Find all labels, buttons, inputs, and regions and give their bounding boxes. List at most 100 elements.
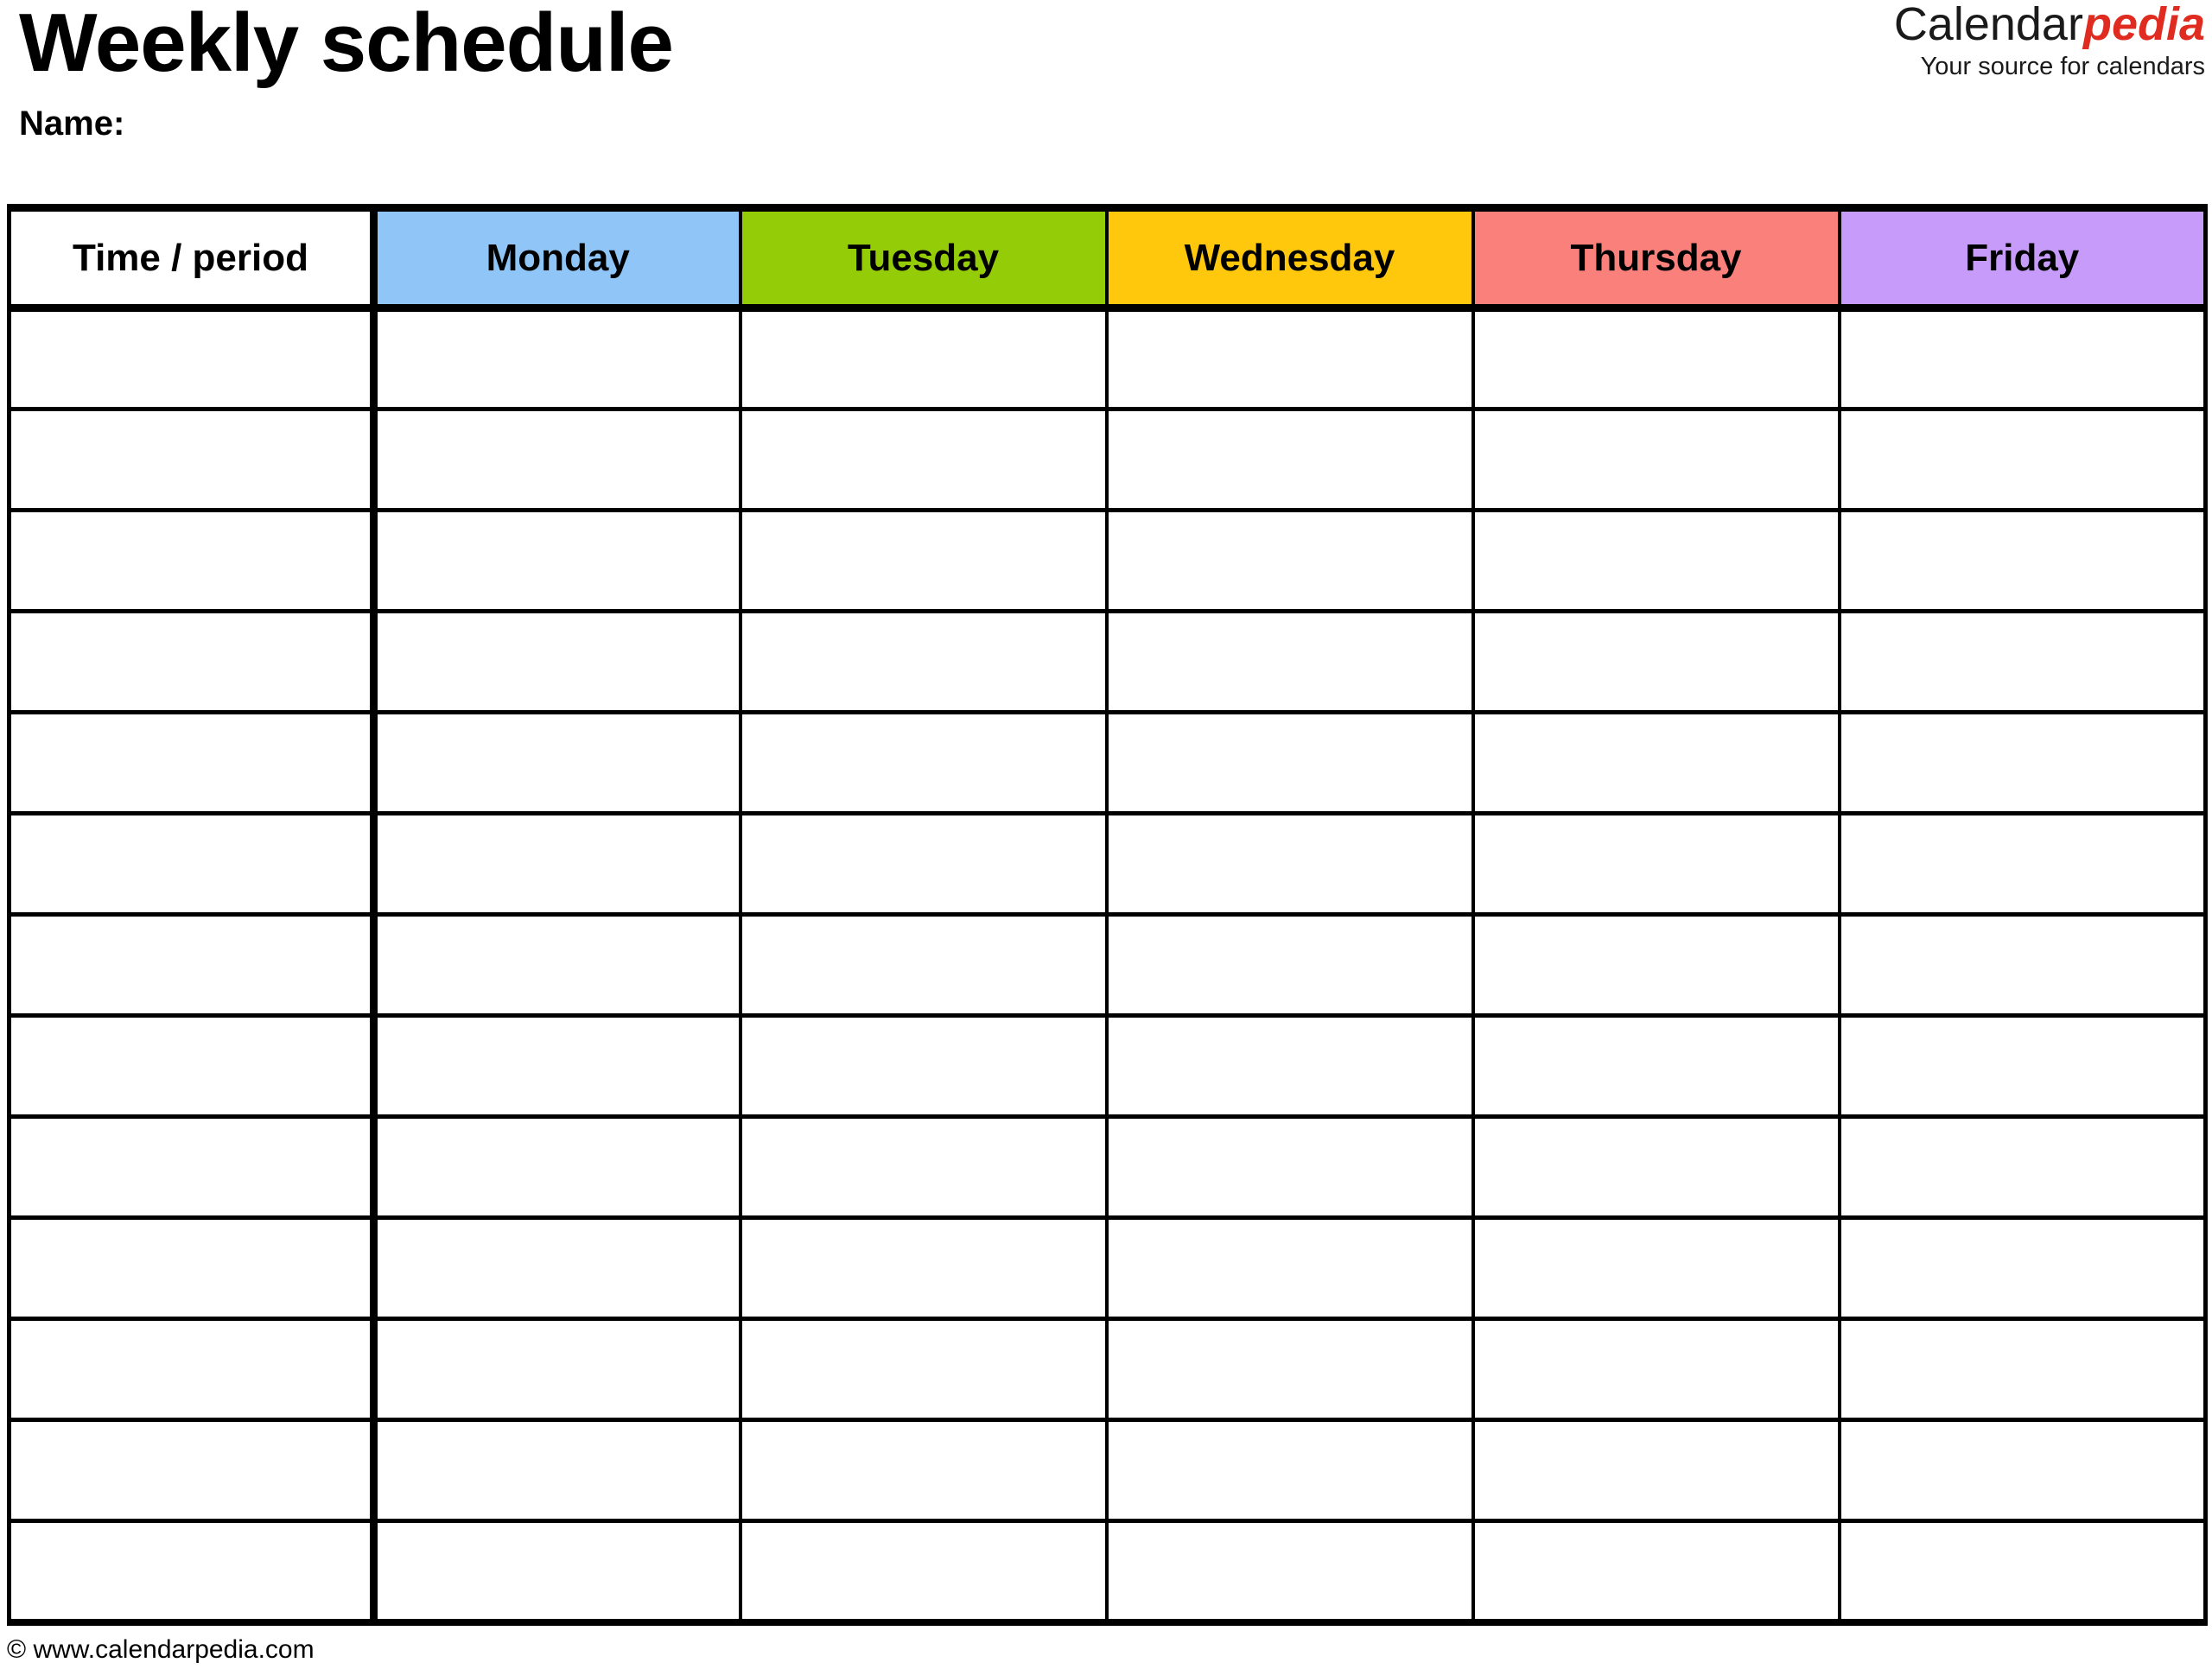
schedule-cell-wednesday[interactable] [1104, 1015, 1475, 1119]
schedule-cell-monday[interactable] [372, 308, 742, 411]
schedule-cell-wednesday[interactable] [1104, 1217, 1475, 1321]
schedule-row [7, 813, 2208, 917]
column-header-wednesday: Wednesday [1104, 204, 1475, 312]
schedule-cell-friday[interactable] [1837, 1116, 2208, 1220]
schedule-cell-tuesday[interactable] [738, 1116, 1109, 1220]
schedule-cell-friday[interactable] [1837, 510, 2208, 613]
weekly-schedule-page: Weekly schedule Name: Calendarpedia Your… [0, 0, 2212, 1669]
schedule-cell-friday[interactable] [1837, 1419, 2208, 1523]
brand-wordmark: Calendarpedia [1894, 0, 2205, 49]
schedule-cell-wednesday[interactable] [1104, 308, 1475, 411]
schedule-cell-friday[interactable] [1837, 1318, 2208, 1422]
schedule-cell-thursday[interactable] [1471, 914, 1841, 1018]
time-period-cell[interactable] [7, 813, 378, 917]
schedule-cell-friday[interactable] [1837, 914, 2208, 1018]
schedule-cell-thursday[interactable] [1471, 611, 1841, 714]
schedule-cell-thursday[interactable] [1471, 409, 1841, 512]
schedule-cell-monday[interactable] [372, 510, 742, 613]
weekly-schedule-table: Time / period Monday Tuesday Wednesday Thurs… [7, 204, 2208, 1626]
schedule-cell-friday[interactable] [1837, 308, 2208, 411]
time-period-cell[interactable] [7, 510, 378, 613]
schedule-cell-wednesday[interactable] [1104, 611, 1475, 714]
schedule-row [7, 1419, 2208, 1523]
schedule-cell-monday[interactable] [372, 409, 742, 512]
schedule-cell-tuesday[interactable] [738, 1217, 1109, 1321]
schedule-cell-tuesday[interactable] [738, 813, 1109, 917]
schedule-cell-monday[interactable] [372, 813, 742, 917]
schedule-cell-monday[interactable] [372, 1015, 742, 1119]
schedule-cell-tuesday[interactable] [738, 611, 1109, 714]
schedule-cell-tuesday[interactable] [738, 1419, 1109, 1523]
schedule-cell-tuesday[interactable] [738, 409, 1109, 512]
schedule-row [7, 914, 2208, 1018]
schedule-cell-thursday[interactable] [1471, 1217, 1841, 1321]
schedule-cell-monday[interactable] [372, 1116, 742, 1220]
schedule-cell-wednesday[interactable] [1104, 712, 1475, 815]
schedule-cell-wednesday[interactable] [1104, 1116, 1475, 1220]
schedule-cell-monday[interactable] [372, 1318, 742, 1422]
schedule-cell-thursday[interactable] [1471, 308, 1841, 411]
schedule-cell-thursday[interactable] [1471, 1015, 1841, 1119]
schedule-cell-wednesday[interactable] [1104, 914, 1475, 1018]
schedule-table-head: Time / period Monday Tuesday Wednesday Thurs… [7, 204, 2208, 312]
time-period-cell[interactable] [7, 914, 378, 1018]
schedule-cell-monday[interactable] [372, 1520, 742, 1626]
schedule-row [7, 1015, 2208, 1119]
time-period-cell[interactable] [7, 308, 378, 411]
schedule-cell-tuesday[interactable] [738, 1318, 1109, 1422]
page-header: Weekly schedule Name: Calendarpedia Your… [0, 0, 2212, 204]
time-period-cell[interactable] [7, 1015, 378, 1119]
schedule-row [7, 409, 2208, 512]
schedule-cell-friday[interactable] [1837, 813, 2208, 917]
time-period-cell[interactable] [7, 1419, 378, 1523]
schedule-cell-friday[interactable] [1837, 409, 2208, 512]
calendarpedia-logo: Calendarpedia Your source for calendars [1894, 0, 2205, 79]
schedule-cell-thursday[interactable] [1471, 712, 1841, 815]
column-header-thursday: Thursday [1471, 204, 1841, 312]
schedule-table-container: Time / period Monday Tuesday Wednesday Thurs… [7, 204, 2208, 1626]
schedule-cell-wednesday[interactable] [1104, 813, 1475, 917]
schedule-cell-thursday[interactable] [1471, 510, 1841, 613]
column-header-time: Time / period [7, 204, 378, 312]
schedule-cell-monday[interactable] [372, 1419, 742, 1523]
schedule-cell-monday[interactable] [372, 611, 742, 714]
schedule-cell-friday[interactable] [1837, 611, 2208, 714]
column-header-monday: Monday [372, 204, 742, 312]
schedule-cell-tuesday[interactable] [738, 1015, 1109, 1119]
schedule-cell-monday[interactable] [372, 712, 742, 815]
schedule-cell-wednesday[interactable] [1104, 1520, 1475, 1626]
schedule-cell-tuesday[interactable] [738, 1520, 1109, 1626]
schedule-cell-wednesday[interactable] [1104, 1419, 1475, 1523]
brand-tagline: Your source for calendars [1920, 52, 2205, 80]
column-header-tuesday: Tuesday [738, 204, 1109, 312]
schedule-cell-friday[interactable] [1837, 1520, 2208, 1626]
schedule-cell-monday[interactable] [372, 1217, 742, 1321]
time-period-cell[interactable] [7, 1217, 378, 1321]
time-period-cell[interactable] [7, 1318, 378, 1422]
time-period-cell[interactable] [7, 1116, 378, 1220]
brand-word-calendar: Calendar [1893, 0, 2083, 50]
time-period-cell[interactable] [7, 611, 378, 714]
schedule-cell-friday[interactable] [1837, 1217, 2208, 1321]
schedule-cell-friday[interactable] [1837, 1015, 2208, 1119]
schedule-cell-tuesday[interactable] [738, 914, 1109, 1018]
time-period-cell[interactable] [7, 712, 378, 815]
schedule-cell-wednesday[interactable] [1104, 510, 1475, 613]
time-period-cell[interactable] [7, 1520, 378, 1626]
schedule-cell-tuesday[interactable] [738, 510, 1109, 613]
schedule-row [7, 1217, 2208, 1321]
schedule-row [7, 510, 2208, 613]
schedule-cell-tuesday[interactable] [738, 308, 1109, 411]
schedule-cell-thursday[interactable] [1471, 1520, 1841, 1626]
schedule-cell-monday[interactable] [372, 914, 742, 1018]
schedule-cell-thursday[interactable] [1471, 1318, 1841, 1422]
schedule-cell-wednesday[interactable] [1104, 1318, 1475, 1422]
time-period-cell[interactable] [7, 409, 378, 512]
schedule-cell-wednesday[interactable] [1104, 409, 1475, 512]
brand-word-pedia: pedia [2082, 0, 2205, 50]
schedule-cell-thursday[interactable] [1471, 813, 1841, 917]
schedule-cell-tuesday[interactable] [738, 712, 1109, 815]
schedule-cell-thursday[interactable] [1471, 1116, 1841, 1220]
schedule-cell-friday[interactable] [1837, 712, 2208, 815]
schedule-cell-thursday[interactable] [1471, 1419, 1841, 1523]
